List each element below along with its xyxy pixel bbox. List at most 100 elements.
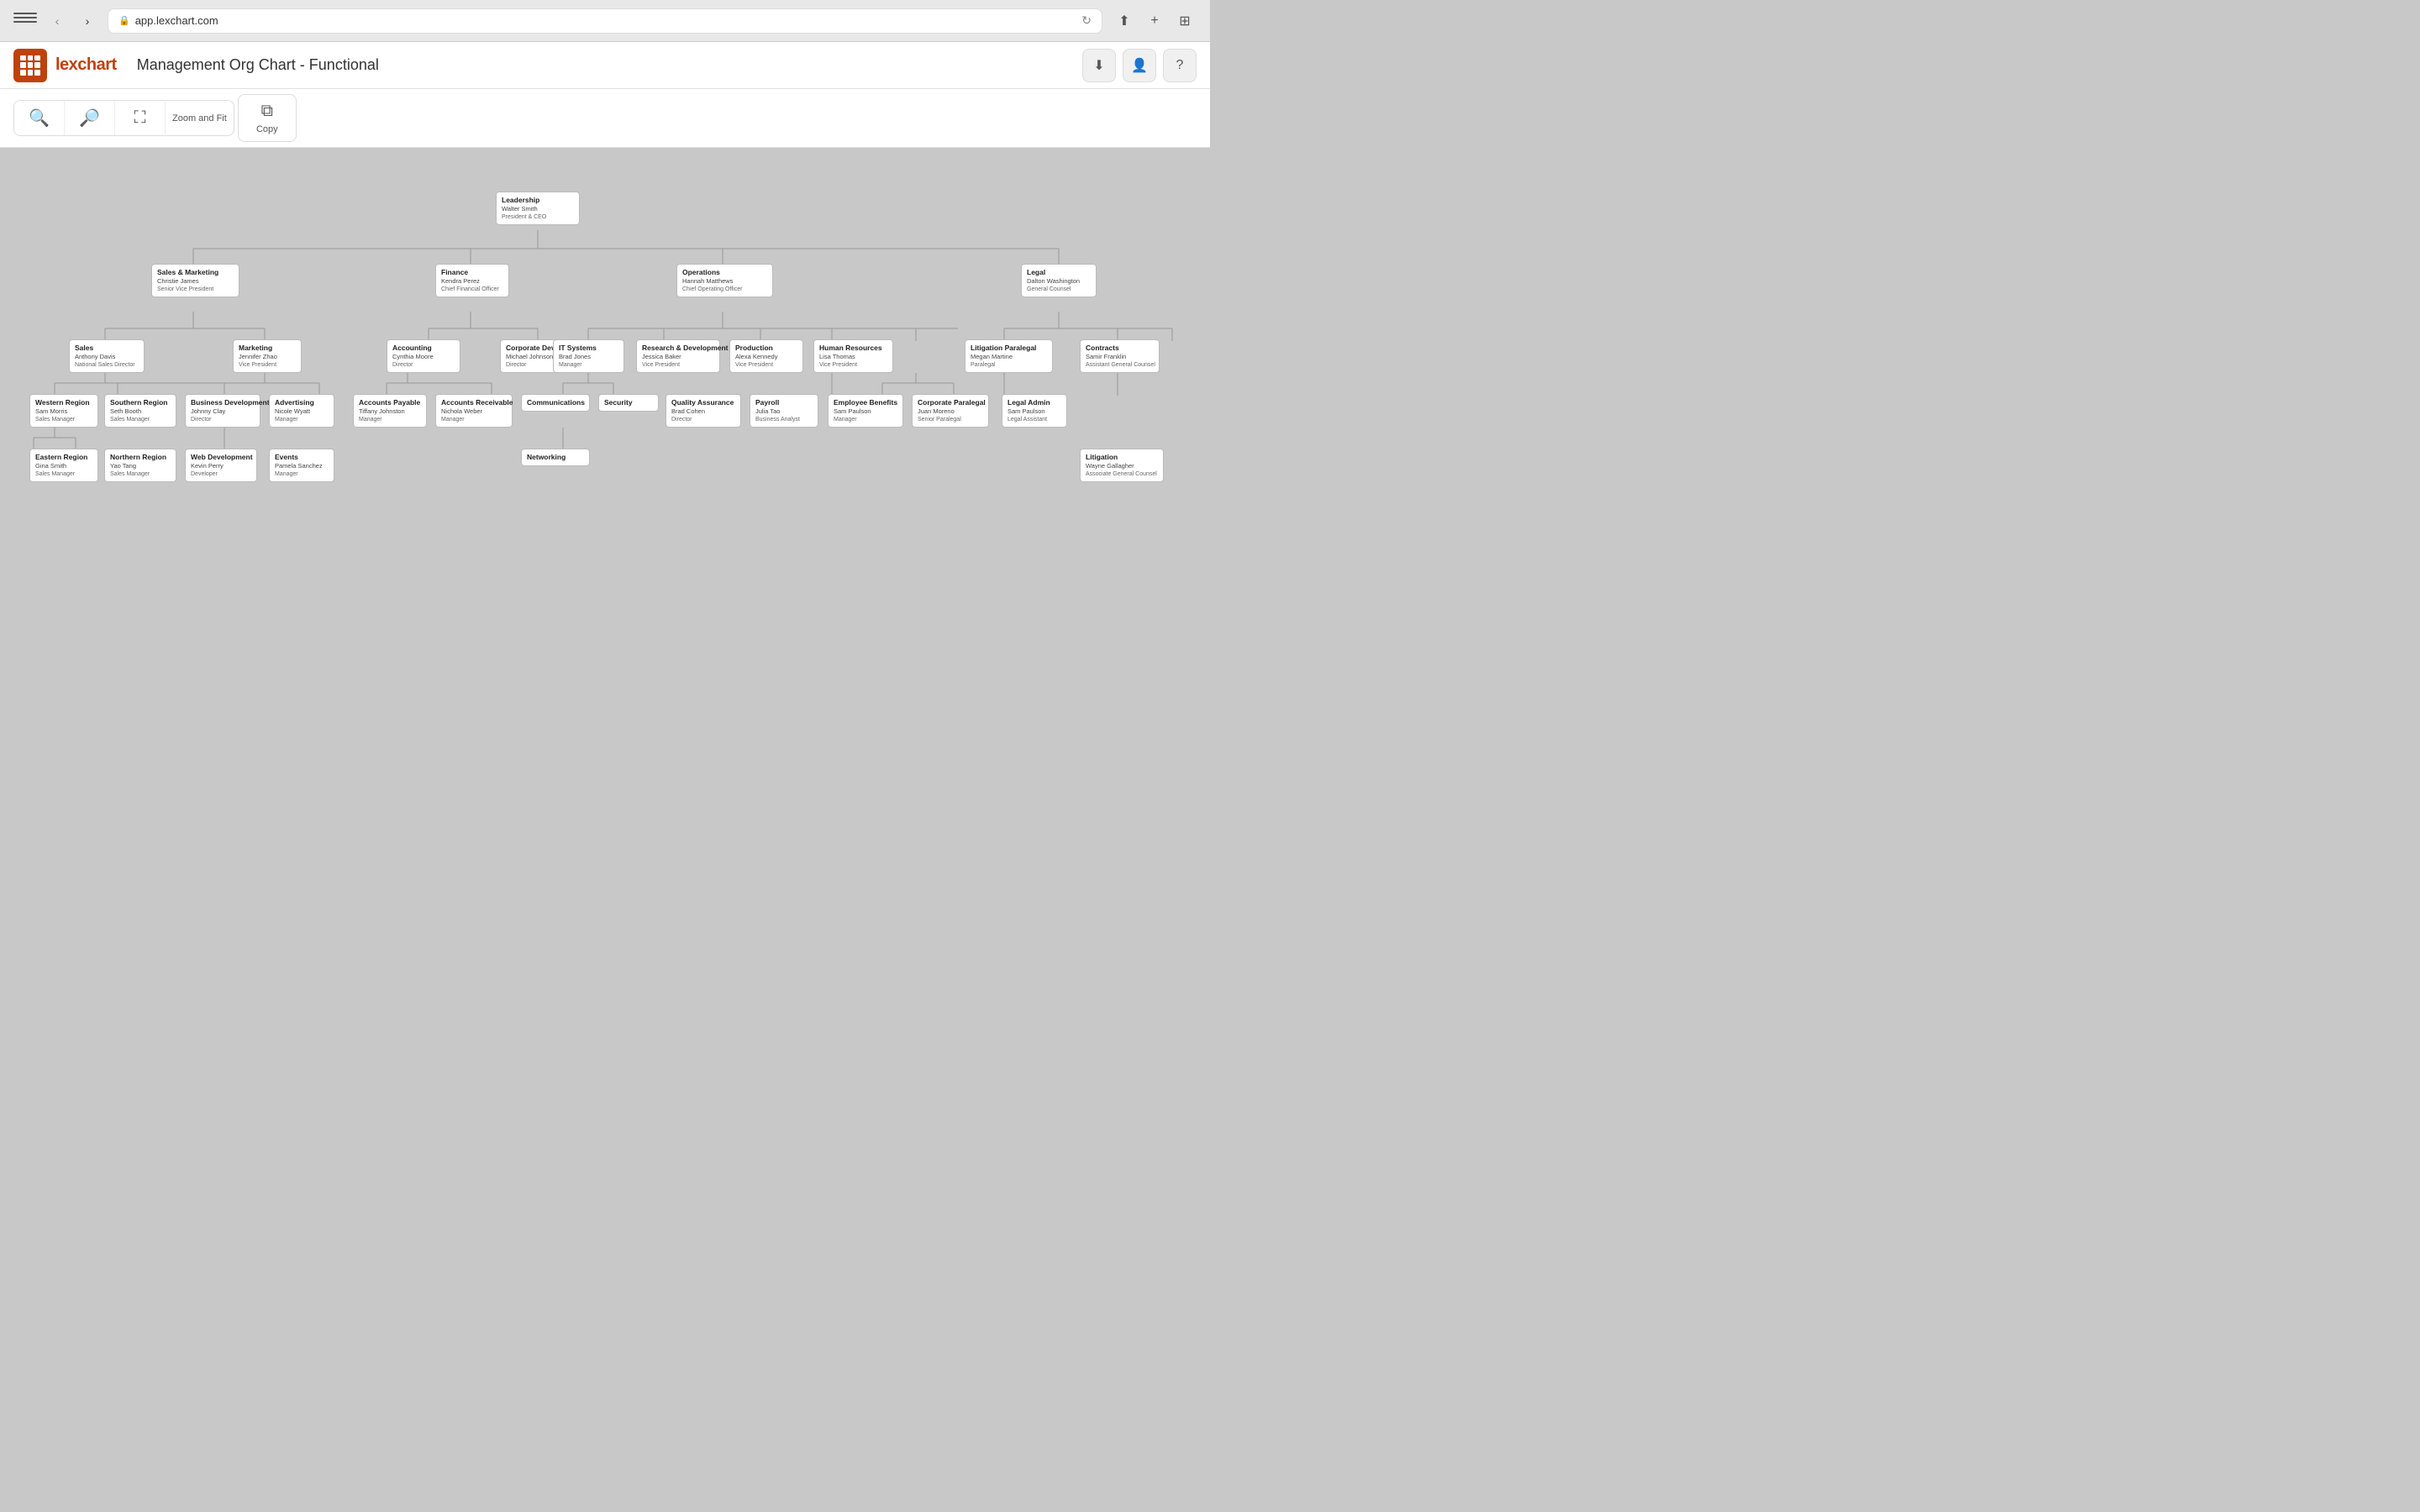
wr-dept: Western Region — [35, 398, 92, 407]
qa-dept: Quality Assurance — [671, 398, 735, 407]
node-research-dev[interactable]: Research & Development Jessica Baker Vic… — [636, 339, 720, 373]
lp-name: Megan Martine — [971, 353, 1047, 361]
it-title: Manager — [559, 361, 618, 369]
node-it-systems[interactable]: IT Systems Brad Jones Manager — [553, 339, 624, 373]
node-web-dev[interactable]: Web Development Kevin Perry Developer — [185, 449, 257, 482]
zoom-in-button[interactable]: 🔍 — [14, 101, 65, 135]
sidebar-toggle[interactable] — [13, 13, 37, 29]
sales-title: National Sales Director — [75, 361, 139, 369]
canvas-area[interactable]: Leadership Walter Smith President & CEO … — [0, 148, 1210, 756]
mktg-title: Vice President — [239, 361, 296, 369]
tab-overview-button[interactable]: ⊞ — [1173, 9, 1197, 33]
node-accounts-payable[interactable]: Accounts Payable Tiffany Johnston Manage… — [353, 394, 427, 428]
adv-dept: Advertising — [275, 398, 329, 407]
lp-title: Paralegal — [971, 361, 1047, 369]
download-button[interactable]: ⬇ — [1082, 49, 1116, 82]
fit-button[interactable]: ⛶ — [115, 102, 166, 134]
url-text: app.lexchart.com — [135, 14, 218, 27]
node-communications[interactable]: Communications — [521, 394, 590, 412]
bd-title: Director — [191, 416, 255, 423]
cp-dept: Corporate Paralegal — [918, 398, 983, 407]
forward-button[interactable]: › — [77, 11, 97, 31]
node-lit-paralegal[interactable]: Litigation Paralegal Megan Martine Paral… — [965, 339, 1053, 373]
wd-title: Developer — [191, 470, 251, 478]
pay-title: Business Analyst — [755, 416, 813, 423]
evt-dept: Events — [275, 453, 329, 462]
node-corp-paralegal[interactable]: Corporate Paralegal Juan Moreno Senior P… — [912, 394, 989, 428]
node-litigation[interactable]: Litigation Wayne Gallagher Associate Gen… — [1080, 449, 1164, 482]
node-security[interactable]: Security — [598, 394, 659, 412]
app-header: lexchart Management Org Chart - Function… — [0, 42, 1210, 89]
node-southern-region[interactable]: Southern Region Seth Booth Sales Manager — [104, 394, 176, 428]
leadership-title: President & CEO — [502, 213, 574, 221]
node-events[interactable]: Events Pamela Sanchez Manager — [269, 449, 334, 482]
node-networking[interactable]: Networking — [521, 449, 590, 466]
node-production[interactable]: Production Alexa Kennedy Vice President — [729, 339, 803, 373]
nr-name: Yao Tang — [110, 462, 171, 470]
node-accounting[interactable]: Accounting Cynthia Moore Director — [387, 339, 460, 373]
node-marketing[interactable]: Marketing Jennifer Zhao Vice President — [233, 339, 302, 373]
node-legal[interactable]: Legal Dalton Washington General Counsel — [1021, 264, 1097, 297]
node-sales[interactable]: Sales Anthony Davis National Sales Direc… — [69, 339, 145, 373]
con-dept: Contracts — [1086, 344, 1154, 353]
sr-dept: Southern Region — [110, 398, 171, 407]
legal-dept: Legal — [1027, 268, 1091, 277]
share-button[interactable]: ⬆ — [1113, 9, 1136, 33]
reload-button[interactable]: ↻ — [1081, 13, 1092, 28]
node-contracts[interactable]: Contracts Samir Franklin Assistant Gener… — [1080, 339, 1160, 373]
user-button[interactable]: 👤 — [1123, 49, 1156, 82]
con-name: Samir Franklin — [1086, 353, 1154, 361]
sr-title: Sales Manager — [110, 416, 171, 423]
lp-dept: Litigation Paralegal — [971, 344, 1047, 353]
prod-title: Vice President — [735, 361, 797, 369]
node-accounts-receivable[interactable]: Accounts Receivable Nichola Weber Manage… — [435, 394, 513, 428]
browser-actions: ⬆ + ⊞ — [1113, 9, 1197, 33]
zoom-out-button[interactable]: 🔎 — [65, 101, 115, 135]
hr-dept: Human Resources — [819, 344, 887, 353]
node-eastern-region[interactable]: Eastern Region Gina Smith Sales Manager — [29, 449, 98, 482]
node-western-region[interactable]: Western Region Sam Morris Sales Manager — [29, 394, 98, 428]
fin-name: Kendra Perez — [441, 277, 503, 286]
node-northern-region[interactable]: Northern Region Yao Tang Sales Manager — [104, 449, 176, 482]
node-payroll[interactable]: Payroll Julia Tao Business Analyst — [750, 394, 818, 428]
copy-icon: ⧉ — [261, 102, 273, 121]
rd-title: Vice President — [642, 361, 714, 369]
logo-text: lexchart — [55, 55, 117, 75]
comm-dept: Communications — [527, 398, 584, 407]
node-hr[interactable]: Human Resources Lisa Thomas Vice Preside… — [813, 339, 893, 373]
zoom-fit-label: Zoom and Fit — [166, 113, 234, 123]
er-name: Gina Smith — [35, 462, 92, 470]
node-legal-admin[interactable]: Legal Admin Sam Paulson Legal Assistant — [1002, 394, 1067, 428]
node-employee-benefits[interactable]: Employee Benefits Sam Paulson Manager — [828, 394, 903, 428]
rd-name: Jessica Baker — [642, 353, 714, 361]
back-button[interactable]: ‹ — [47, 11, 67, 31]
new-tab-button[interactable]: + — [1143, 9, 1166, 33]
eb-dept: Employee Benefits — [834, 398, 897, 407]
pay-dept: Payroll — [755, 398, 813, 407]
nr-title: Sales Manager — [110, 470, 171, 478]
toolbar: 🔍 🔎 ⛶ Zoom and Fit ⧉ Copy — [0, 89, 1210, 148]
node-business-dev[interactable]: Business Development Johnny Clay Directo… — [185, 394, 260, 428]
zoom-out-icon: 🔎 — [79, 108, 100, 129]
node-advertising[interactable]: Advertising Nicole Wyatt Manager — [269, 394, 334, 428]
la-title: Legal Assistant — [1007, 416, 1061, 423]
ops-dept: Operations — [682, 268, 767, 277]
cp-name: Juan Moreno — [918, 407, 983, 416]
node-quality-assurance[interactable]: Quality Assurance Brad Cohen Director — [666, 394, 741, 428]
sr-name: Seth Booth — [110, 407, 171, 416]
ar-dept: Accounts Receivable — [441, 398, 507, 407]
chart-title: Management Org Chart - Functional — [137, 56, 1082, 74]
node-sales-marketing[interactable]: Sales & Marketing Christie James Senior … — [151, 264, 239, 297]
zoom-in-icon: 🔍 — [29, 108, 50, 129]
node-finance[interactable]: Finance Kendra Perez Chief Financial Off… — [435, 264, 509, 297]
address-bar[interactable]: 🔒 app.lexchart.com ↻ — [108, 8, 1102, 34]
adv-title: Manager — [275, 416, 329, 423]
qa-title: Director — [671, 416, 735, 423]
sm-name: Christie James — [157, 277, 234, 286]
help-button[interactable]: ? — [1163, 49, 1197, 82]
node-operations[interactable]: Operations Hannah Matthews Chief Operati… — [676, 264, 773, 297]
it-name: Brad Jones — [559, 353, 618, 361]
node-leadership[interactable]: Leadership Walter Smith President & CEO — [496, 192, 580, 225]
sm-dept: Sales & Marketing — [157, 268, 234, 277]
copy-button[interactable]: ⧉ Copy — [238, 94, 297, 142]
